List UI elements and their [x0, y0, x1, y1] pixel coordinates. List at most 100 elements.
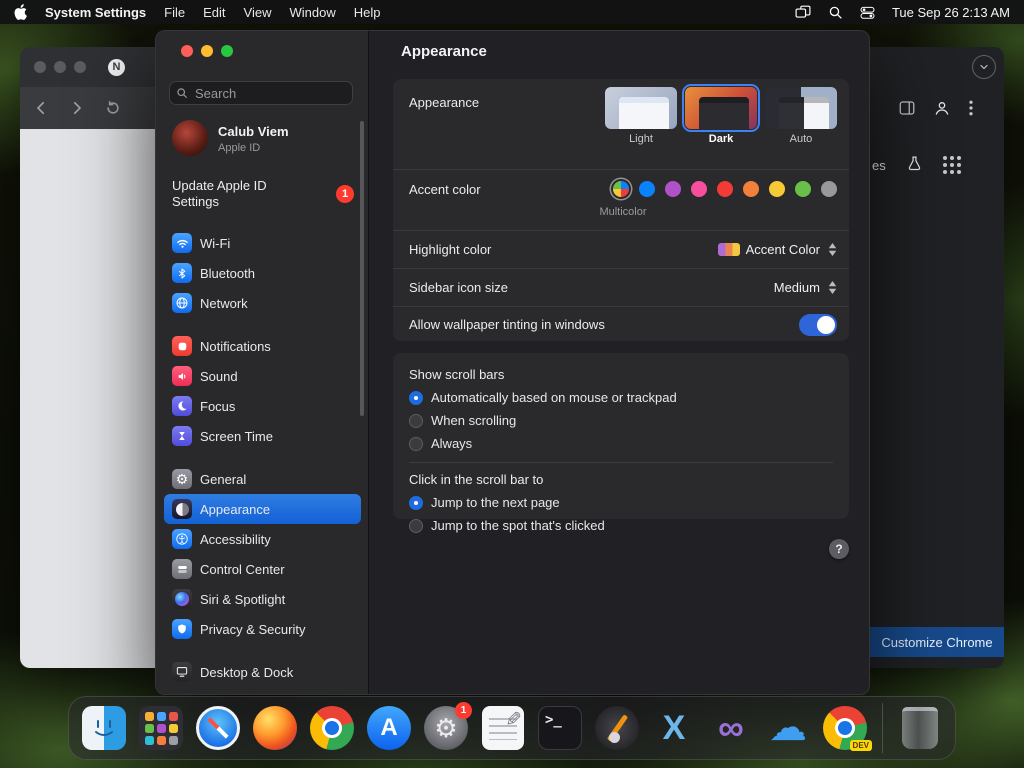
background-browser-window-left[interactable]: N: [20, 47, 155, 668]
menu-edit[interactable]: Edit: [203, 5, 225, 20]
radio-jump-to-spot[interactable]: Jump to the spot that's clicked: [409, 516, 833, 535]
settings-notification-badge: 1: [455, 702, 472, 719]
accent-orange[interactable]: [743, 181, 759, 197]
profile-icon[interactable]: [933, 99, 951, 122]
auto-mode-thumbnail: [765, 87, 837, 129]
radio-scrollbar-always[interactable]: Always: [409, 434, 833, 453]
dock-app-store-icon[interactable]: [366, 705, 412, 751]
dock-launchpad-icon[interactable]: [138, 705, 184, 751]
dock-trash-icon[interactable]: [897, 705, 943, 751]
dock-chrome-icon[interactable]: [309, 705, 355, 751]
radio-jump-next-page[interactable]: Jump to the next page: [409, 493, 833, 512]
sidebar-scrollbar[interactable]: [360, 121, 364, 416]
radio-scrollbar-auto[interactable]: Automatically based on mouse or trackpad: [409, 388, 833, 407]
menubar-app-name[interactable]: System Settings: [45, 5, 146, 20]
sidebar-item-sound[interactable]: Sound: [164, 361, 361, 391]
sidebar-item-appearance[interactable]: Appearance: [164, 494, 361, 524]
menu-file[interactable]: File: [164, 5, 185, 20]
menu-window[interactable]: Window: [289, 5, 335, 20]
sidebar-item-privacy-security[interactable]: Privacy & Security: [164, 614, 361, 644]
accent-green[interactable]: [795, 181, 811, 197]
sidebar-item-network[interactable]: Network: [164, 288, 361, 318]
search-field[interactable]: [169, 81, 353, 105]
accent-multicolor[interactable]: [613, 181, 629, 197]
radio-scrollbar-when-scrolling[interactable]: When scrolling: [409, 411, 833, 430]
collapse-chevron-icon[interactable]: [972, 55, 996, 79]
profile-subtitle: Apple ID: [218, 142, 261, 154]
labs-beaker-icon[interactable]: [906, 155, 923, 175]
bookmark-label[interactable]: es: [872, 158, 886, 173]
dock-firefox-icon[interactable]: [252, 705, 298, 751]
dock-chrome-dev-icon[interactable]: DEV: [822, 705, 872, 751]
scrollbar-settings-group: Show scroll bars Automatically based on …: [393, 353, 849, 533]
accent-red[interactable]: [717, 181, 733, 197]
control-center-icon[interactable]: [859, 5, 876, 20]
more-menu-icon[interactable]: [968, 99, 974, 122]
accent-pink[interactable]: [691, 181, 707, 197]
close-icon[interactable]: [181, 45, 193, 57]
profile-name[interactable]: Calub Viem: [218, 124, 289, 139]
sidebar-item-notifications[interactable]: Notifications: [164, 331, 361, 361]
customize-chrome-button[interactable]: Customize Chrome: [868, 627, 1004, 657]
dock-safari-icon[interactable]: [195, 705, 241, 751]
stage-manager-icon[interactable]: [794, 4, 812, 20]
sidebar-item-siri-spotlight[interactable]: Siri & Spotlight: [164, 584, 361, 614]
search-input[interactable]: [193, 84, 337, 102]
sidebar-item-wifi[interactable]: Wi-Fi: [164, 228, 361, 258]
accent-blue[interactable]: [639, 181, 655, 197]
tab-favicon[interactable]: N: [108, 58, 125, 76]
forward-icon[interactable]: [66, 97, 88, 119]
dock-vscode-icon[interactable]: X: [651, 705, 697, 751]
highlight-swatch: [717, 243, 740, 256]
sidebar-item-desktop-dock[interactable]: Desktop & Dock: [164, 657, 361, 687]
minimize-icon[interactable]: [201, 45, 213, 57]
help-button[interactable]: ?: [829, 539, 849, 559]
menu-help[interactable]: Help: [354, 5, 381, 20]
avatar[interactable]: [172, 120, 208, 156]
spotlight-search-icon[interactable]: [828, 5, 843, 20]
wallpaper-tinting-toggle[interactable]: [799, 313, 837, 336]
accent-yellow[interactable]: [769, 181, 785, 197]
appearance-icon: [172, 499, 192, 519]
dock-visual-studio-icon[interactable]: ∞: [708, 705, 754, 751]
accent-purple[interactable]: [665, 181, 681, 197]
sidebar-item-accessibility[interactable]: Accessibility: [164, 524, 361, 554]
inactive-zoom-icon[interactable]: [74, 61, 86, 73]
mode-option-dark[interactable]: Dark: [682, 84, 760, 145]
sidebar-item-control-center[interactable]: Control Center: [164, 554, 361, 584]
desktop-dock-icon: [172, 662, 192, 682]
dock-system-settings-icon[interactable]: 1: [423, 702, 472, 751]
menubar-clock[interactable]: Tue Sep 26 2:13 AM: [892, 5, 1010, 20]
sidebar-item-focus[interactable]: Focus: [164, 391, 361, 421]
sidebar-item-screen-time[interactable]: Screen Time: [164, 421, 361, 451]
dock-terminal-icon[interactable]: [537, 705, 583, 751]
side-panel-icon[interactable]: [898, 99, 916, 122]
background-browser-window-right[interactable]: es Customize Chrome: [868, 47, 1004, 668]
radio-icon: [409, 413, 423, 428]
dock-finder-icon[interactable]: [81, 705, 127, 751]
radio-icon: [409, 436, 423, 451]
mode-option-light[interactable]: Light: [605, 87, 677, 145]
sidebar-group-connectivity: Wi-Fi Bluetooth Network: [164, 228, 361, 318]
inactive-minimize-icon[interactable]: [54, 61, 66, 73]
zoom-icon[interactable]: [221, 45, 233, 57]
back-icon[interactable]: [30, 97, 52, 119]
mode-option-auto[interactable]: Auto: [765, 87, 837, 145]
apps-grid-icon[interactable]: [942, 156, 961, 174]
inactive-close-icon[interactable]: [34, 61, 46, 73]
light-mode-thumbnail: [605, 87, 677, 129]
reload-icon[interactable]: [102, 97, 124, 119]
appearance-row-label: Appearance: [409, 95, 480, 110]
sidebar-item-general[interactable]: ⚙ General: [164, 464, 361, 494]
sidebar-item-bluetooth[interactable]: Bluetooth: [164, 258, 361, 288]
dock-garageband-icon[interactable]: [594, 705, 640, 751]
sidebar-icon-size-popup[interactable]: Medium: [774, 280, 837, 295]
apple-menu-icon[interactable]: [14, 4, 27, 20]
update-apple-id-row[interactable]: Update Apple ID Settings 1: [172, 178, 354, 211]
dock-textedit-icon[interactable]: [480, 705, 526, 751]
menu-view[interactable]: View: [244, 5, 272, 20]
stepper-chevrons-icon: [826, 281, 837, 294]
dock-cloud-app-icon[interactable]: ☁: [765, 705, 811, 751]
highlight-color-popup[interactable]: Accent Color: [717, 242, 837, 257]
accent-graphite[interactable]: [821, 181, 837, 197]
